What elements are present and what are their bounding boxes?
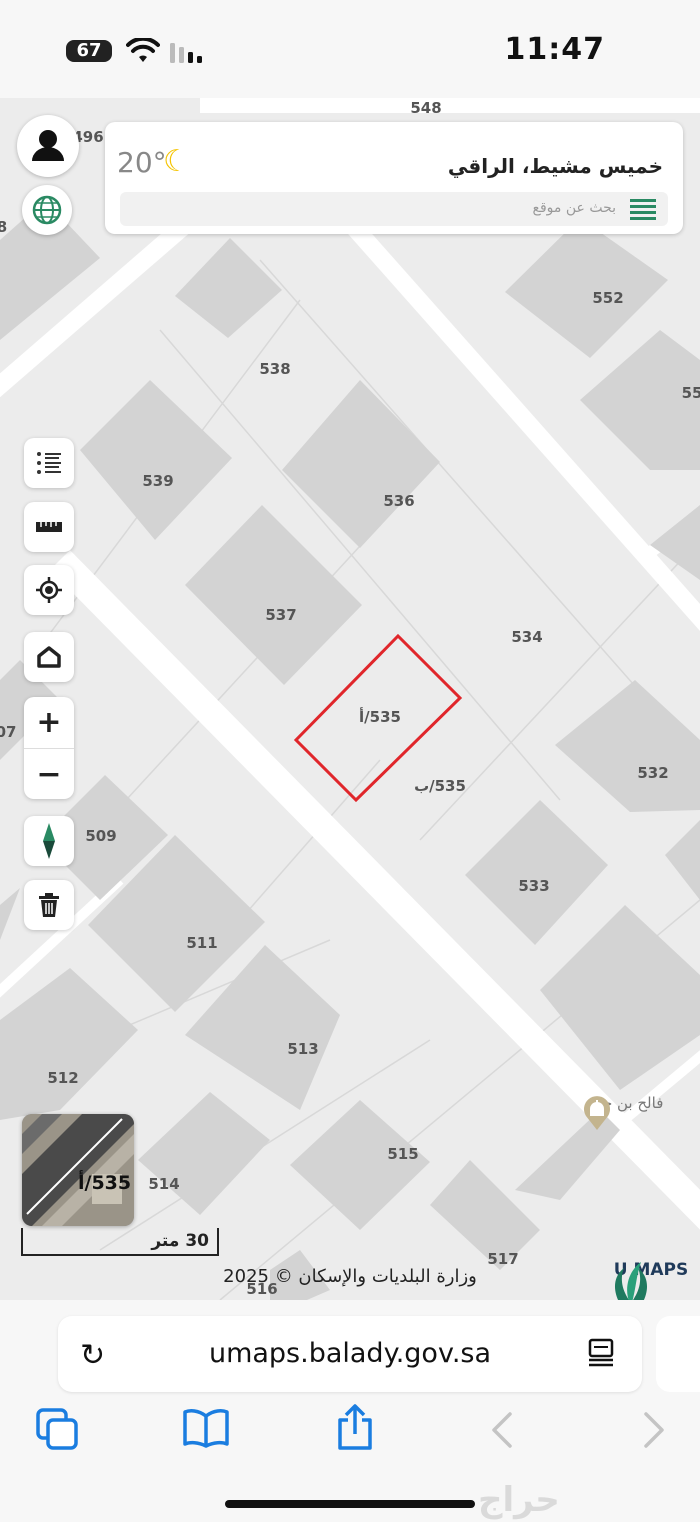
parcel-label: 8 [0,218,7,236]
search-card: 20° ☾ خميس مشيط، الراقي بحث عن موقع [105,122,683,234]
share-icon[interactable] [334,1404,376,1452]
mosque-icon [584,1096,610,1130]
thumbnail-label: 535/أ [78,1172,132,1194]
parcel-label: 548 [410,99,441,117]
parcel-label: 532 [637,764,668,782]
bookmarks-icon[interactable] [182,1408,230,1448]
battery-indicator: 67 [66,40,112,62]
parcel-label: 509 [85,827,116,845]
temperature: 20° [117,146,167,179]
home-icon [37,646,61,668]
layers-list-button[interactable] [24,438,74,488]
browser-toolbar: ↻ umaps.balady.gov.sa حراج [0,1300,700,1522]
locate-icon [36,577,62,603]
next-tab-preview[interactable] [656,1316,700,1392]
parcel-label: 537 [265,606,296,624]
signal-icon [170,43,202,63]
parcel-label: 533 [518,877,549,895]
user-icon [32,130,64,161]
clock: 11:47 [504,32,605,67]
zoom-controls: + − [24,697,74,799]
ruler-icon [36,522,62,532]
satellite-image [22,1114,134,1226]
layers-list-icon [37,452,61,474]
parcel-label: 514 [148,1175,179,1193]
watermark: حراج [478,1480,560,1520]
trash-icon [39,893,59,917]
parcel-label: 552 [592,289,623,307]
globe-icon [32,195,62,225]
home-button[interactable] [24,632,74,682]
wifi-icon [126,38,160,62]
parcel-label: 539 [142,472,173,490]
parcel-label: 513 [287,1040,318,1058]
satellite-thumbnail[interactable]: 535/أ [22,1114,134,1226]
parcel-label: 536 [383,492,414,510]
scale-bar: 30 متر [21,1228,219,1256]
tabs-icon[interactable] [36,1408,80,1452]
forward-icon[interactable] [640,1410,668,1450]
city-name: خميس مشيط، الراقي [447,154,663,178]
locate-button[interactable] [24,565,74,615]
copyright: وزارة البلديات والإسكان © 2025 [223,1266,477,1287]
parcel-label: 07 [0,723,16,741]
status-bar: 67 11:47 [0,0,700,98]
home-indicator[interactable] [225,1500,475,1508]
parcel-label: 538 [259,360,290,378]
address-bar[interactable]: ↻ umaps.balady.gov.sa [58,1316,642,1392]
parcel-label: 512 [47,1069,78,1087]
scale-label: 30 متر [151,1231,209,1251]
parcel-label: 535/أ [359,707,401,726]
parcel-label: 511 [186,934,217,952]
measure-button[interactable] [24,502,74,552]
zoom-in-button[interactable]: + [24,697,74,749]
language-button[interactable] [22,185,72,235]
search-input[interactable]: بحث عن موقع [120,192,668,226]
avatar[interactable] [17,115,79,177]
poi-marker[interactable]: فالح بن جبار [580,1094,670,1130]
reader-icon[interactable] [586,1338,616,1368]
delete-button[interactable] [24,880,74,930]
parcel-label: 515 [387,1145,418,1163]
parcel-label: 55 [682,384,700,402]
compass-button[interactable] [24,816,74,866]
url-text: umaps.balady.gov.sa [208,1338,492,1369]
parcel-label: 534 [511,628,542,646]
zoom-out-button[interactable]: − [24,749,74,800]
menu-icon[interactable] [630,199,656,221]
compass-icon [43,823,55,859]
moon-icon: ☾ [163,144,190,179]
back-icon[interactable] [488,1410,516,1450]
search-placeholder: بحث عن موقع [532,200,616,216]
parcel-label: 535/ب [414,777,466,795]
